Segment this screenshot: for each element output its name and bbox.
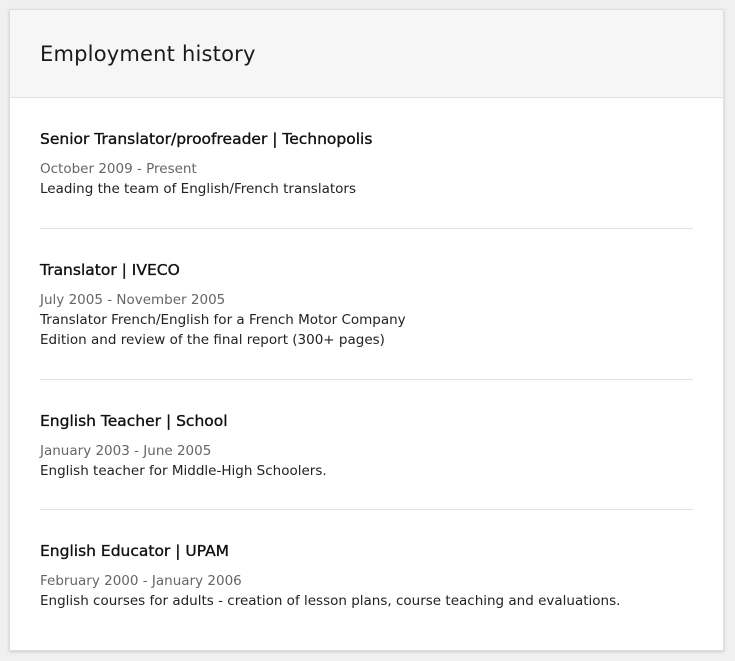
job-entry: Translator | IVECO July 2005 - November … [40, 229, 693, 380]
employment-history-card: Employment history Senior Translator/pro… [9, 9, 724, 651]
job-dates: July 2005 - November 2005 [40, 291, 226, 308]
job-dates: October 2009 - Present [40, 161, 197, 177]
job-title: English Educator | UPAM [40, 542, 230, 560]
job-description-line: Translator French/English for a French M… [40, 311, 406, 328]
job-description-line: English teacher for Middle-High Schooler… [40, 462, 327, 479]
job-title: Translator | IVECO [40, 260, 180, 279]
job-entry: English Educator | UPAM February 2000 - … [40, 510, 693, 640]
job-description-line: Leading the team of English/French trans… [40, 181, 356, 197]
job-entry: Senior Translator/proofreader | Technopo… [40, 98, 693, 229]
job-list: Senior Translator/proofreader | Technopo… [10, 98, 723, 640]
job-dates: February 2000 - January 2006 [40, 573, 242, 589]
job-entry: English Teacher | School January 2003 - … [40, 380, 693, 510]
job-dates: January 2003 - June 2005 [40, 442, 212, 459]
job-title: Senior Translator/proofreader | Technopo… [40, 130, 373, 148]
section-title: Employment history [40, 41, 256, 66]
job-description-line: English courses for adults - creation of… [40, 593, 621, 609]
job-title: English Teacher | School [40, 411, 228, 430]
job-description-line: Edition and review of the final report (… [40, 332, 385, 348]
card-header: Employment history [10, 10, 723, 98]
